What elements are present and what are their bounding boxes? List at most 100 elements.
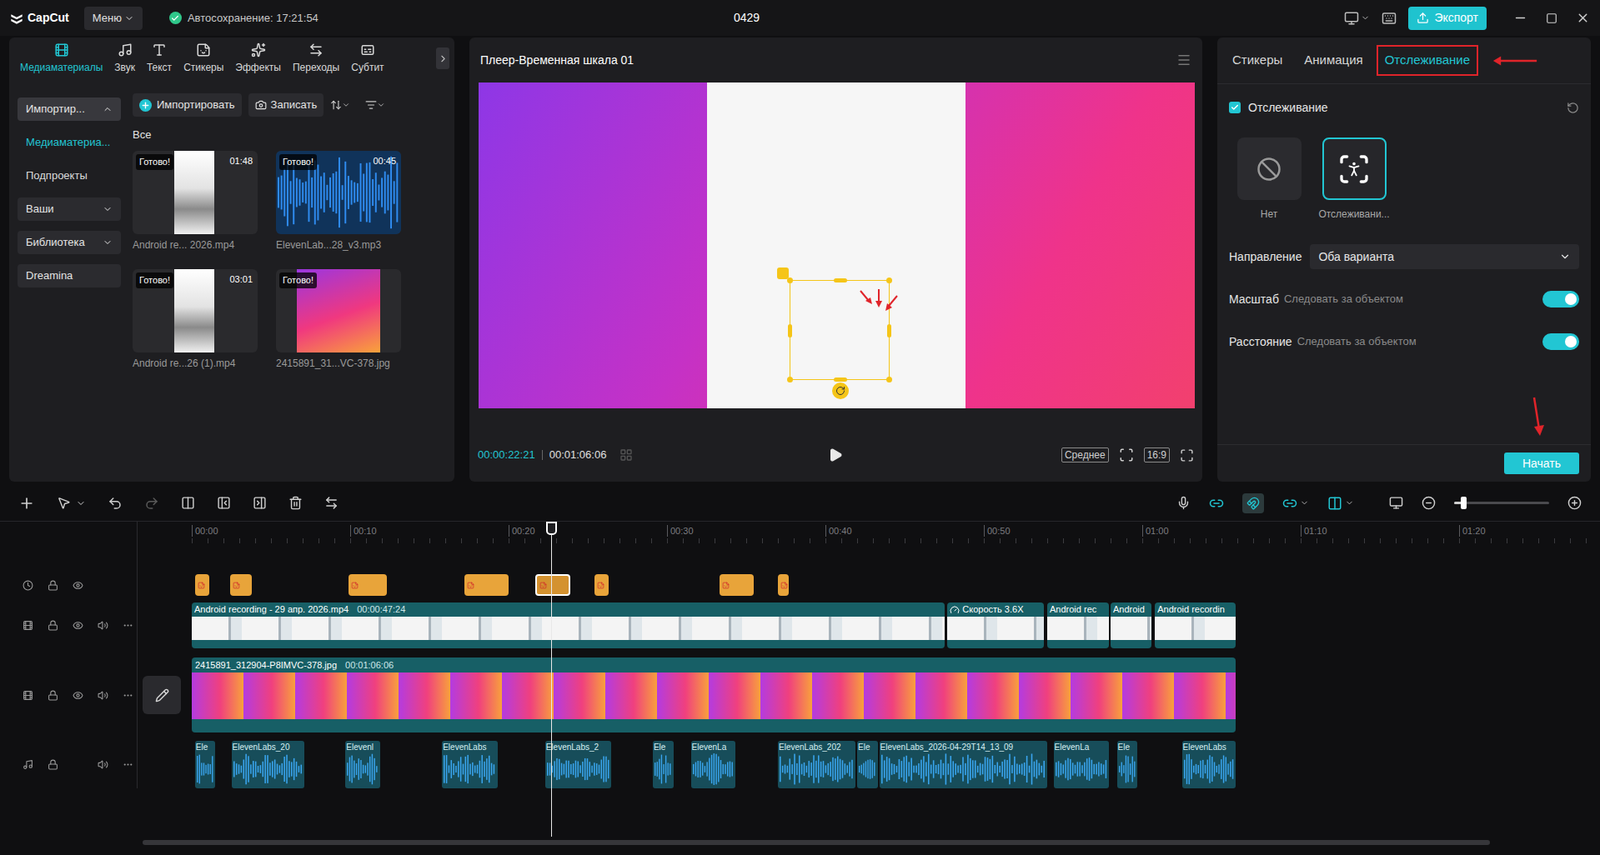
inspector-tab[interactable]: Стикеры <box>1223 45 1291 76</box>
zoom-slider[interactable] <box>1454 501 1550 505</box>
start-button[interactable]: Начать <box>1504 452 1580 475</box>
media-tab[interactable]: Текст <box>140 42 178 76</box>
sidebar-link[interactable]: Медиаматериа... <box>17 130 121 155</box>
grid-icon[interactable] <box>619 448 633 462</box>
maximize-window-icon[interactable] <box>1545 12 1558 25</box>
undo-icon[interactable] <box>107 496 123 512</box>
media-tab[interactable]: Медиаматериалы <box>14 42 109 76</box>
sidebar-link[interactable]: Подпроекты <box>17 164 121 188</box>
chevron-down-icon[interactable] <box>75 498 86 509</box>
tracking-box[interactable] <box>789 280 890 381</box>
audio-clip[interactable]: ElevenLabs <box>1182 741 1237 789</box>
reset-icon[interactable] <box>1566 101 1580 115</box>
playhead[interactable] <box>551 521 552 838</box>
media-card[interactable]: Готово!01:48Android re... 2026.mp4 <box>132 150 258 253</box>
lock-icon[interactable] <box>47 620 59 632</box>
sticker-clip[interactable] <box>719 574 755 597</box>
export-button[interactable]: Экспорт <box>1408 6 1487 31</box>
audio-clip[interactable]: Ele <box>857 741 878 789</box>
sidebar-group[interactable]: Dreamina <box>17 264 121 288</box>
audio-clip[interactable]: ElevenLabs_2 <box>545 741 612 789</box>
video-clip[interactable]: Android rec <box>1047 602 1109 649</box>
sidebar-group[interactable]: Ваши <box>17 197 121 221</box>
add-icon[interactable] <box>18 495 36 512</box>
audio-clip[interactable]: ElevenLabs_2026-04-29T14_13_09 <box>879 741 1048 789</box>
lock-icon[interactable] <box>47 580 59 592</box>
lock-icon[interactable] <box>47 759 59 771</box>
tracking-mode[interactable]: Отслеживани... <box>1314 137 1395 222</box>
checkbox[interactable] <box>1228 101 1241 114</box>
audio-clip[interactable]: Ele <box>1117 741 1139 789</box>
magnet-icon[interactable] <box>1246 496 1260 511</box>
media-card[interactable]: Готово!00:45ElevenLab...28_v3.mp3 <box>275 150 402 253</box>
video-clip[interactable]: Скорость 3.6X <box>947 602 1044 649</box>
media-tab[interactable]: Субтит <box>345 42 390 76</box>
rotate-handle-icon[interactable] <box>832 382 849 400</box>
close-icon[interactable] <box>1575 10 1590 26</box>
chevron-down-icon[interactable] <box>1299 498 1310 508</box>
media-tab[interactable]: Эффекты <box>229 42 287 76</box>
preview-icon[interactable] <box>1389 496 1404 511</box>
sticker-clip[interactable] <box>535 574 571 597</box>
chevron-down-icon[interactable] <box>376 100 386 110</box>
zoom-in-icon[interactable] <box>1567 496 1582 511</box>
media-tab[interactable]: Стикеры <box>177 42 230 76</box>
sticker-clip[interactable] <box>594 574 609 597</box>
sticker-clip[interactable] <box>348 574 387 597</box>
chevron-down-icon[interactable] <box>1360 13 1370 23</box>
video-canvas[interactable] <box>478 82 1195 409</box>
import-button[interactable]: Импортировать <box>132 93 242 117</box>
volume-icon[interactable] <box>97 690 109 702</box>
audio-clip[interactable]: ElevenLa <box>1053 741 1110 789</box>
select-tool-icon[interactable] <box>56 496 71 511</box>
more-icon[interactable] <box>122 759 134 771</box>
audio-clip[interactable]: Ele <box>652 741 674 789</box>
tabs-scroll-button[interactable] <box>436 47 450 70</box>
link-icon[interactable] <box>1208 496 1224 512</box>
media-card[interactable]: Готово!03:01Android re...26 (1).mp4 <box>132 269 258 372</box>
inspector-tab[interactable]: Отслеживание <box>1376 45 1479 76</box>
redo-icon[interactable] <box>144 496 160 512</box>
toggle-switch[interactable] <box>1542 290 1580 308</box>
cover-edit-button[interactable] <box>142 676 181 715</box>
audio-clip[interactable]: ElevenLabs_202 <box>777 741 856 789</box>
audio-clip[interactable]: Elevenl <box>345 741 381 789</box>
layout-icon[interactable] <box>1344 10 1360 26</box>
anchor-icon[interactable] <box>777 267 789 280</box>
eye-icon[interactable] <box>72 690 84 702</box>
timeline-scrollbar[interactable] <box>142 840 1490 846</box>
filter-icon[interactable] <box>365 99 377 111</box>
audio-clip[interactable]: ElevenLabs_20 <box>231 741 305 789</box>
sticker-clip[interactable] <box>230 574 253 597</box>
video-clip[interactable]: Android recording - 29 апр. 2026.mp400:0… <box>191 602 945 649</box>
zoom-out-icon[interactable] <box>1421 496 1436 511</box>
sort-icon[interactable] <box>330 99 342 111</box>
quality-button[interactable]: Среднее <box>1061 447 1109 463</box>
audio-clip[interactable]: ElevenLabs <box>441 741 498 789</box>
more-icon[interactable] <box>122 690 134 702</box>
audio-clip[interactable]: Ele <box>195 741 216 789</box>
mirror-icon[interactable] <box>324 496 339 511</box>
aspect-button[interactable]: 16:9 <box>1143 447 1170 463</box>
sticker-clip[interactable] <box>195 574 210 597</box>
volume-icon[interactable] <box>97 759 109 771</box>
image-clip[interactable]: 2415891_312904-P8IMVC-378.jpg00:01:06:06 <box>191 657 1236 733</box>
more-icon[interactable] <box>122 620 134 632</box>
linkage-icon[interactable] <box>1282 496 1298 512</box>
audio-clip[interactable]: ElevenLa <box>691 741 736 789</box>
direction-select[interactable]: Оба варианта <box>1309 244 1580 270</box>
sidebar-group[interactable]: Библиотека <box>17 230 121 255</box>
eye-icon[interactable] <box>72 620 84 632</box>
minimize-icon[interactable] <box>1513 10 1528 26</box>
fit-icon[interactable] <box>1118 447 1134 463</box>
sticker-clip[interactable] <box>464 574 509 597</box>
trim-left-icon[interactable] <box>216 496 231 511</box>
inspector-tab[interactable]: Анимация <box>1295 45 1371 76</box>
eye-icon[interactable] <box>72 580 84 592</box>
video-clip[interactable]: Android <box>1110 602 1152 649</box>
tracking-mode[interactable]: Нет <box>1228 137 1310 222</box>
media-tab[interactable]: Звук <box>108 42 141 76</box>
play-icon[interactable] <box>827 447 843 463</box>
trim-right-icon[interactable] <box>252 496 267 511</box>
lock-icon[interactable] <box>47 690 59 702</box>
